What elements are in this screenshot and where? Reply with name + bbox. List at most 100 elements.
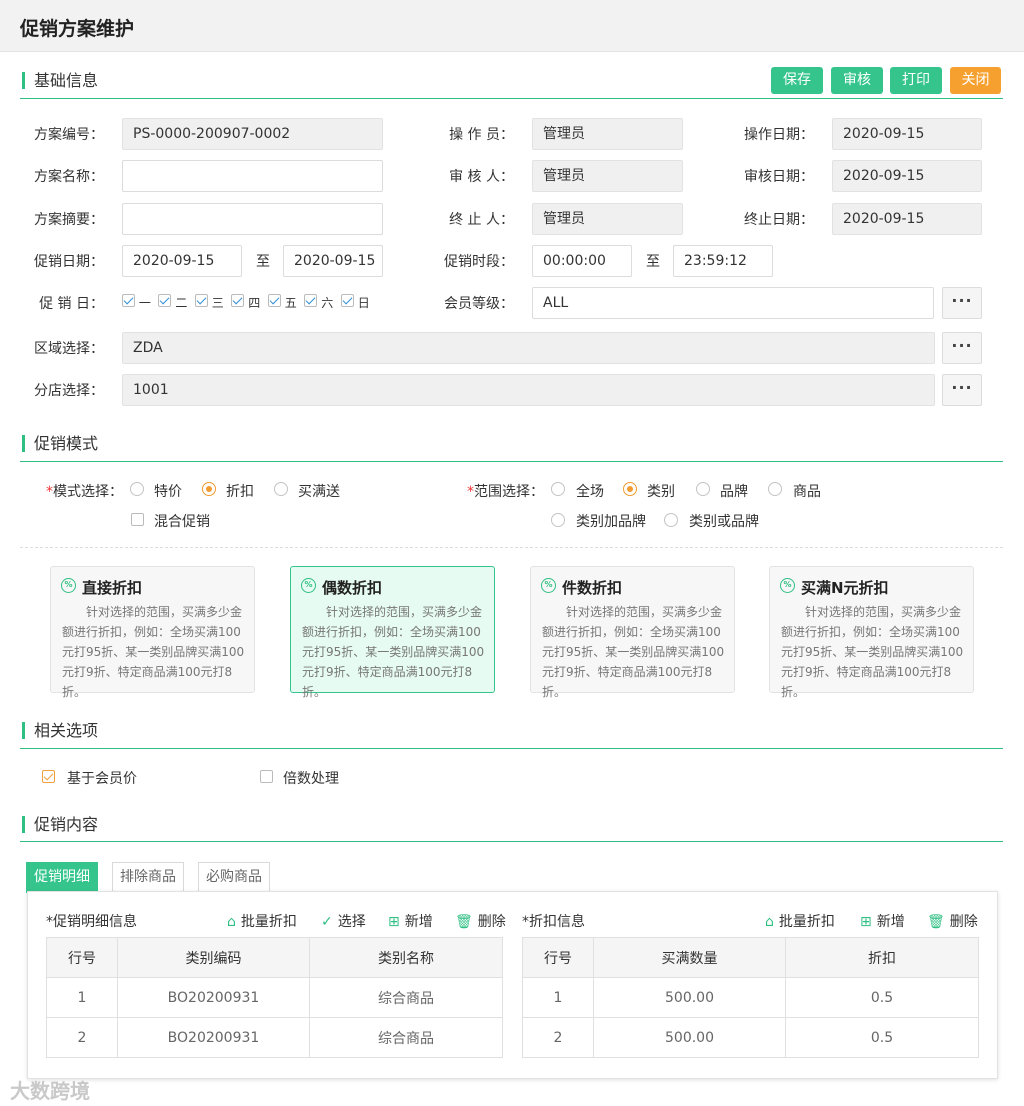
delete-button[interactable]: 🗑 删除: [927, 911, 978, 931]
discount-icon: %: [541, 578, 556, 593]
checkbox-icon[interactable]: [131, 513, 144, 526]
region-field[interactable]: ZDA: [122, 332, 935, 364]
scope-option-all[interactable]: [551, 482, 565, 500]
column-header: 行号: [46, 937, 118, 978]
end-date-field[interactable]: 2020-09-15: [832, 203, 982, 235]
audit-date-field[interactable]: 2020-09-15: [832, 160, 982, 192]
scope-option-goods[interactable]: [768, 482, 782, 500]
plan-name-field[interactable]: [122, 160, 383, 192]
radio-icon[interactable]: [274, 482, 288, 496]
member-price-checkbox[interactable]: [42, 770, 55, 787]
select-button[interactable]: ✓ 选择: [321, 911, 366, 931]
add-button[interactable]: ⊞ 新增: [860, 911, 905, 931]
watermark: 大数跨境: [10, 1079, 90, 1103]
scope-option-category[interactable]: [623, 482, 637, 500]
radio-icon[interactable]: [202, 482, 216, 496]
column-header: 买满数量: [593, 937, 786, 978]
member-level-more-button[interactable]: ···: [942, 287, 982, 319]
checkbox-icon[interactable]: [340, 294, 354, 307]
add-button[interactable]: ⊞ 新增: [388, 911, 433, 931]
tag-icon: ⌂: [227, 914, 236, 930]
weekday-sat[interactable]: 六: [304, 294, 333, 310]
tab-promo-detail[interactable]: 促销明细: [26, 862, 98, 893]
batch-discount-button[interactable]: ⌂ 批量折扣: [765, 911, 835, 931]
radio-icon[interactable]: [551, 482, 565, 496]
tab-exclude-goods[interactable]: 排除商品: [112, 862, 184, 893]
promo-date-from-field[interactable]: 2020-09-15: [122, 245, 242, 277]
operator-field[interactable]: 管理员: [532, 118, 683, 150]
scope-option-category-or-brand-label: 类别或品牌: [689, 514, 759, 530]
print-button[interactable]: 打印: [890, 67, 942, 94]
store-field[interactable]: 1001: [122, 374, 935, 406]
weekday-thu[interactable]: 四: [231, 294, 260, 310]
card-even-discount[interactable]: % 偶数折扣 针对选择的范围，买满多少金额进行折扣，例如：全场买满100元打95…: [290, 566, 495, 699]
mixed-promo-label: 混合促销: [154, 514, 210, 530]
table-row[interactable]: 2 BO20200931 综合商品: [46, 1017, 503, 1058]
section-basic-title: 基础信息: [22, 72, 98, 89]
mode-option-buy-gift[interactable]: [274, 482, 288, 500]
weekday-mon[interactable]: 一: [122, 294, 151, 310]
checkbox-icon[interactable]: [260, 770, 273, 783]
mode-label: *模式选择：: [46, 484, 123, 500]
date-range-separator: 至: [256, 254, 270, 270]
promo-time-from-field[interactable]: 00:00:00: [532, 245, 632, 277]
tab-required-goods[interactable]: 必购商品: [198, 862, 270, 893]
promo-date-to-field[interactable]: 2020-09-15: [283, 245, 383, 277]
card-spend-n-discount[interactable]: % 买满N元折扣 针对选择的范围，买满多少金额进行折扣，例如：全场买满100元打…: [769, 566, 974, 699]
mode-option-buy-gift-label: 买满送: [298, 484, 340, 500]
card-title: 直接折扣: [82, 579, 143, 597]
column-header: 类别编码: [117, 937, 310, 978]
multiple-checkbox[interactable]: [260, 770, 273, 787]
radio-icon[interactable]: [696, 482, 710, 496]
checkbox-icon[interactable]: [194, 294, 208, 307]
summary-field[interactable]: [122, 203, 383, 235]
terminator-field[interactable]: 管理员: [532, 203, 683, 235]
delete-button[interactable]: 🗑 删除: [455, 911, 506, 931]
radio-icon[interactable]: [664, 513, 678, 527]
plan-name-label: 方案名称：: [34, 169, 104, 185]
card-quantity-discount[interactable]: % 件数折扣 针对选择的范围，买满多少金额进行折扣，例如：全场买满100元打95…: [530, 566, 735, 699]
checkbox-icon[interactable]: [304, 294, 318, 307]
checkbox-icon[interactable]: [158, 294, 172, 307]
card-title: 买满N元折扣: [801, 579, 889, 597]
checkbox-icon[interactable]: [231, 294, 245, 307]
mode-option-special[interactable]: [130, 482, 144, 500]
discount-icon: %: [301, 578, 316, 593]
close-button[interactable]: 关闭: [950, 67, 1001, 94]
member-level-field[interactable]: ALL: [532, 287, 934, 319]
terminator-label: 终 止 人：: [449, 212, 514, 228]
radio-icon[interactable]: [551, 513, 565, 527]
radio-icon[interactable]: [768, 482, 782, 496]
batch-discount-button[interactable]: ⌂ 批量折扣: [227, 911, 297, 931]
auditor-field[interactable]: 管理员: [532, 160, 683, 192]
checkbox-icon[interactable]: [122, 294, 135, 307]
table-row[interactable]: 1 500.00 0.5: [522, 977, 979, 1018]
weekday-fri[interactable]: 五: [267, 294, 297, 310]
radio-icon[interactable]: [623, 482, 637, 496]
scope-option-category-and-brand-label: 类别加品牌: [576, 514, 646, 530]
weekday-wed[interactable]: 三: [194, 294, 224, 310]
mixed-promo-checkbox[interactable]: [131, 513, 144, 530]
card-direct-discount[interactable]: % 直接折扣 针对选择的范围，买满多少金额进行折扣，例如：全场买满100元打95…: [50, 566, 255, 699]
audit-button[interactable]: 审核: [831, 67, 883, 94]
region-more-button[interactable]: ···: [942, 332, 982, 364]
card-title: 偶数折扣: [322, 579, 383, 597]
checkbox-icon[interactable]: [267, 294, 281, 307]
scope-option-category-or-brand[interactable]: [664, 513, 678, 531]
weekday-sun[interactable]: 日: [340, 294, 370, 310]
radio-icon[interactable]: [130, 482, 144, 496]
scope-option-category-and-brand[interactable]: [551, 513, 565, 531]
table-row[interactable]: 2 500.00 0.5: [522, 1017, 979, 1058]
promo-detail-title: *促销明细信息: [46, 914, 137, 930]
scope-option-brand[interactable]: [696, 482, 710, 500]
plan-no-label: 方案编号：: [34, 127, 104, 143]
checkbox-icon[interactable]: [42, 770, 55, 783]
store-more-button[interactable]: ···: [942, 374, 982, 406]
promo-time-to-field[interactable]: 23:59:12: [673, 245, 773, 277]
weekday-tue[interactable]: 二: [158, 294, 187, 310]
mode-option-discount[interactable]: [202, 482, 216, 500]
plan-no-field[interactable]: PS-0000-200907-0002: [122, 118, 383, 150]
op-date-field[interactable]: 2020-09-15: [832, 118, 982, 150]
save-button[interactable]: 保存: [771, 67, 823, 94]
table-row[interactable]: 1 BO20200931 综合商品: [46, 977, 503, 1018]
